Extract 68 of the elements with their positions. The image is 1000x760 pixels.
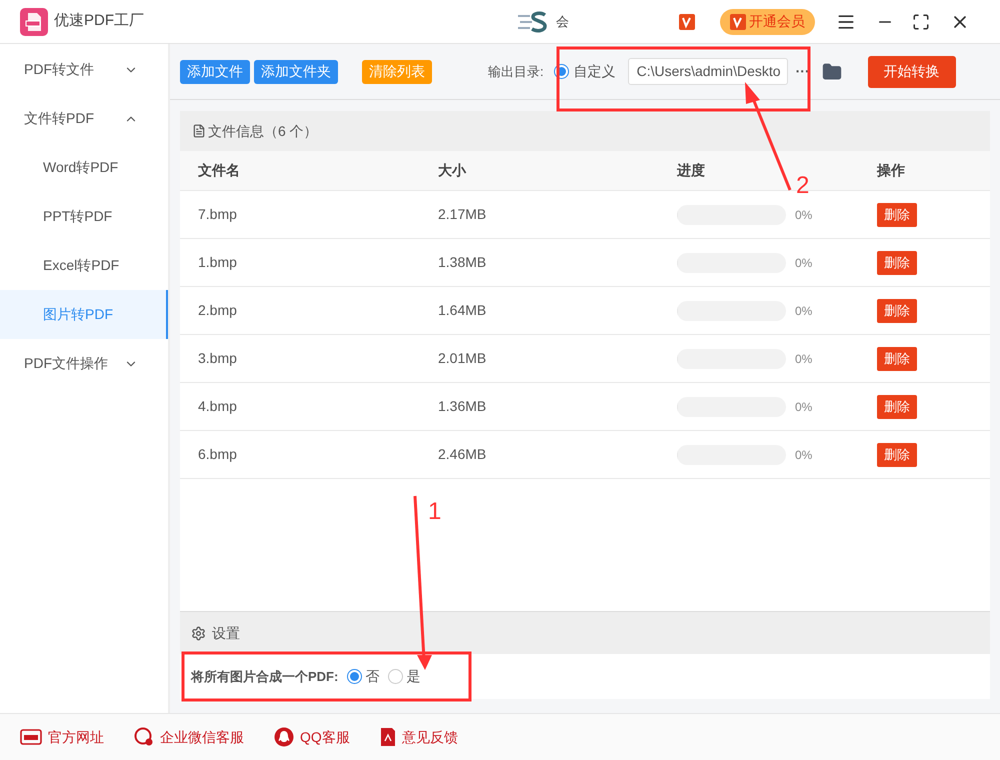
percent-text: 0% — [795, 206, 812, 224]
file-size-cell-text: 1.36MB — [438, 397, 488, 416]
annotation-number: 1 — [428, 497, 442, 527]
sidebar-item[interactable]: 文件转PDF — [0, 94, 168, 143]
file-name-cell-text: 7.bmp — [198, 205, 238, 224]
footer-link[interactable]: 官方网址 — [48, 726, 104, 748]
radio-label: 否 — [365, 667, 380, 686]
column-header: 文件名 — [198, 161, 241, 180]
panel-title: 文件信息（6 个） — [208, 122, 318, 140]
column-header: 大小 — [438, 161, 468, 180]
window-title: 优速PDF工厂 — [54, 11, 144, 32]
annotation-number: 2 — [796, 171, 810, 201]
column-header: 操作 — [877, 161, 906, 180]
delete-button[interactable]: 删除 — [877, 346, 917, 370]
percent-text: 0% — [795, 446, 812, 464]
app-logo-icon — [20, 8, 48, 36]
website-icon — [20, 729, 42, 745]
start-button[interactable]: 开始转换 — [868, 56, 956, 88]
percent-text: 0% — [795, 350, 812, 368]
delete-button[interactable]: 删除 — [877, 298, 917, 322]
add-file-button[interactable]: 添加文件 — [180, 60, 250, 84]
folder-icon[interactable] — [822, 62, 842, 82]
member-text: 会 — [556, 12, 569, 31]
sidebar-item[interactable]: Excel转PDF — [0, 241, 168, 290]
file-size-cell-text: 2.17MB — [438, 205, 488, 224]
radio-button[interactable] — [388, 669, 404, 684]
sidebar-item[interactable]: PPT转PDF — [0, 192, 168, 241]
column-header: 进度 — [677, 161, 706, 180]
vip-icon — [679, 14, 695, 30]
file-name-cell-text: 1.bmp — [198, 253, 238, 272]
add-folder-button[interactable]: 添加文件夹 — [254, 60, 338, 84]
merge-label: 将所有图片合成一个PDF: — [191, 668, 338, 686]
pdf-document-icon — [380, 727, 396, 747]
sidebar-item[interactable]: Word转PDF — [0, 143, 168, 192]
footer-link[interactable]: 意见反馈 — [402, 726, 458, 748]
file-size-cell-text: 1.64MB — [438, 301, 488, 320]
delete-button[interactable]: 删除 — [877, 202, 917, 226]
file-name-cell-text: 6.bmp — [198, 445, 238, 464]
footer-link[interactable]: QQ客服 — [300, 726, 350, 748]
output-label: 输出目录: — [488, 62, 544, 81]
file-name-cell-text: 2.bmp — [198, 301, 238, 320]
file-name-cell-text: 4.bmp — [198, 397, 238, 416]
file-icon — [192, 124, 206, 138]
delete-button[interactable]: 删除 — [877, 394, 917, 418]
chat-icon — [134, 727, 154, 747]
percent-text: 0% — [795, 254, 812, 272]
percent-text: 0% — [795, 398, 812, 416]
file-size-cell-text: 2.01MB — [438, 349, 488, 368]
delete-button[interactable]: 删除 — [877, 442, 917, 466]
settings-icon — [191, 626, 206, 640]
percent-text: 0% — [795, 302, 812, 320]
file-size-cell-text: 1.38MB — [438, 253, 488, 272]
radio-button[interactable] — [347, 669, 362, 684]
radio-label: 是 — [406, 667, 420, 686]
sidebar-item[interactable]: PDF文件操作 — [0, 339, 168, 388]
penguin-icon — [274, 727, 294, 747]
file-size-cell-text: 2.46MB — [438, 445, 488, 464]
vip-icon — [730, 14, 746, 30]
footer-link[interactable]: 企业微信客服 — [160, 726, 244, 748]
output-path-field[interactable]: C:\Users\admin\Deskto — [628, 58, 788, 85]
s-logo-icon — [518, 10, 548, 32]
fullscreen-icon[interactable] — [912, 12, 930, 30]
file-name-cell-text: 3.bmp — [198, 349, 238, 368]
radio-label: 自定义 — [574, 62, 616, 81]
sidebar-item[interactable]: 图片转PDF — [0, 290, 168, 339]
delete-button[interactable]: 删除 — [877, 250, 917, 274]
sidebar-item[interactable]: PDF转文件 — [0, 45, 168, 94]
settings-title: 设置 — [212, 624, 240, 642]
